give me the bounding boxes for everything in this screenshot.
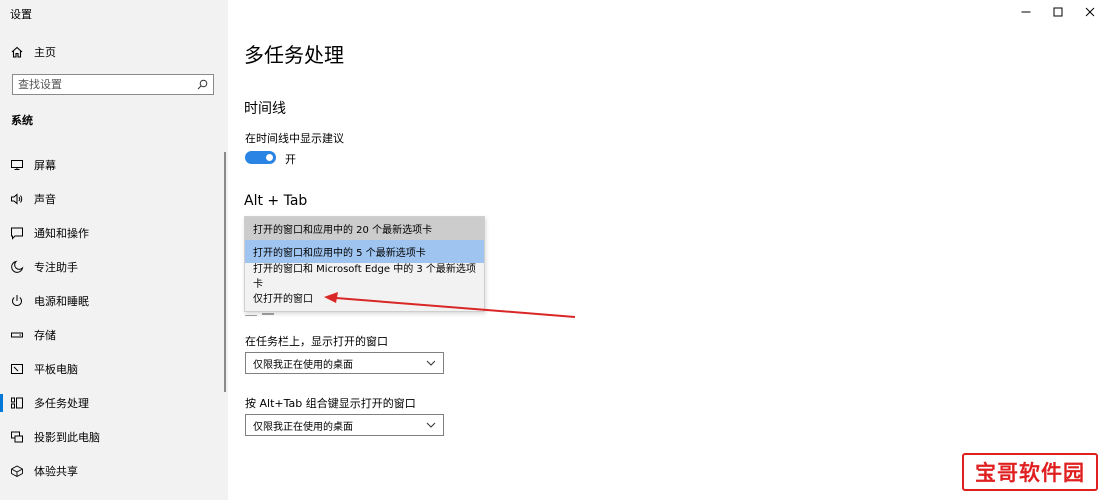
- sidebar-item-label: 多任务处理: [34, 397, 89, 410]
- notification-icon: [11, 227, 23, 240]
- sidebar-item-project[interactable]: 投影到此电脑: [0, 420, 228, 454]
- project-icon: [11, 431, 23, 443]
- sidebar-item-label: 专注助手: [34, 261, 78, 274]
- sidebar-item-power[interactable]: 电源和睡眠: [0, 284, 228, 318]
- watermark-text: 宝哥软件园: [975, 461, 1085, 485]
- sidebar-item-label: 屏幕: [34, 159, 56, 172]
- maximize-icon: [1053, 7, 1063, 17]
- sidebar-home-label: 主页: [34, 46, 56, 59]
- watermark-logo: 宝哥软件园: [962, 453, 1098, 491]
- sidebar-item-storage[interactable]: 存储: [0, 318, 228, 352]
- moon-icon: [11, 260, 24, 273]
- close-icon: [1085, 7, 1095, 17]
- app-title: 设置: [10, 8, 32, 21]
- sidebar-item-label: 电源和睡眠: [34, 295, 89, 308]
- sidebar-item-shared-experiences[interactable]: 体验共享: [0, 454, 228, 488]
- power-icon: [12, 295, 22, 306]
- alt-tab-option-3-edge-tabs[interactable]: 打开的窗口和 Microsoft Edge 中的 3 个最新选项卡: [245, 263, 484, 290]
- display-icon: [11, 160, 23, 170]
- section-label: 系统: [11, 114, 33, 127]
- speaker-icon: [11, 193, 23, 205]
- timeline-suggestions-toggle[interactable]: [245, 151, 276, 164]
- alt-tab-windows-label: 按 Alt+Tab 组合键显示打开的窗口: [245, 397, 416, 410]
- sidebar-item-label: 体验共享: [34, 465, 78, 478]
- sidebar: 设置 主页 系统 屏幕 声音 通知和操作 专注助手: [0, 0, 228, 500]
- sidebar-home[interactable]: 主页: [10, 42, 56, 62]
- sidebar-item-label: 通知和操作: [34, 227, 89, 240]
- home-icon: [11, 46, 23, 58]
- sidebar-item-label: 声音: [34, 193, 56, 206]
- toggle-knob: [266, 154, 273, 161]
- sidebar-nav: 屏幕 声音 通知和操作 专注助手 电源和睡眠 存储 平板电脑 多任务处理 投影到…: [0, 148, 228, 488]
- sidebar-item-focus-assist[interactable]: 专注助手: [0, 250, 228, 284]
- close-button[interactable]: [1075, 2, 1105, 22]
- timeline-suggestions-label: 在时间线中显示建议: [245, 132, 344, 145]
- minimize-icon: [1021, 11, 1031, 13]
- minimize-button[interactable]: [1011, 2, 1041, 22]
- taskbar-windows-select[interactable]: 仅限我正在使用的桌面: [245, 352, 444, 374]
- search-icon[interactable]: [197, 79, 208, 90]
- multitasking-icon: [11, 397, 23, 409]
- obscured-heading-strokes: [245, 313, 274, 316]
- sidebar-item-tablet[interactable]: 平板电脑: [0, 352, 228, 386]
- storage-icon: [11, 332, 23, 338]
- sidebar-item-display[interactable]: 屏幕: [0, 148, 228, 182]
- sidebar-item-multitasking[interactable]: 多任务处理: [0, 386, 228, 420]
- sidebar-item-label: 投影到此电脑: [34, 431, 100, 444]
- sidebar-item-notifications[interactable]: 通知和操作: [0, 216, 228, 250]
- alt-tab-heading: Alt + Tab: [244, 193, 308, 209]
- alt-tab-windows-select[interactable]: 仅限我正在使用的桌面: [245, 414, 444, 436]
- alt-tab-option-20-tabs[interactable]: 打开的窗口和应用中的 20 个最新选项卡: [245, 217, 484, 240]
- taskbar-windows-value: 仅限我正在使用的桌面: [253, 359, 353, 371]
- share-icon: [11, 465, 23, 478]
- desktops-heading-obscured: [244, 308, 304, 316]
- chevron-down-icon: [426, 360, 436, 366]
- taskbar-windows-label: 在任务栏上，显示打开的窗口: [245, 335, 388, 348]
- maximize-button[interactable]: [1043, 2, 1073, 22]
- sidebar-item-label: 平板电脑: [34, 363, 78, 376]
- sidebar-scrollbar[interactable]: [224, 152, 226, 392]
- sidebar-item-sound[interactable]: 声音: [0, 182, 228, 216]
- toggle-state-label: 开: [285, 153, 296, 166]
- alt-tab-windows-value: 仅限我正在使用的桌面: [253, 421, 353, 433]
- search-box[interactable]: [12, 74, 214, 95]
- search-input[interactable]: [18, 78, 197, 91]
- timeline-heading: 时间线: [244, 101, 286, 117]
- page-title: 多任务处理: [244, 43, 344, 67]
- sidebar-item-label: 存储: [34, 329, 56, 342]
- chevron-down-icon: [426, 422, 436, 428]
- red-annotation-arrow: [324, 292, 576, 318]
- tablet-icon: [11, 364, 23, 374]
